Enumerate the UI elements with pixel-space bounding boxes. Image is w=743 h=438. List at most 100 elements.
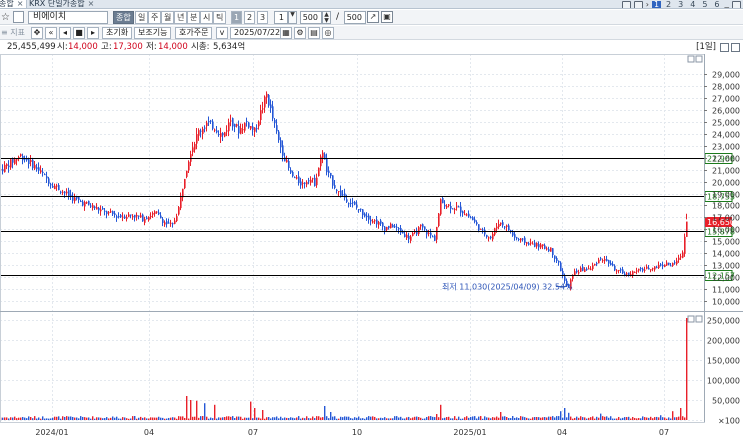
candle-body bbox=[296, 177, 298, 179]
page-6-button[interactable]: 6 bbox=[712, 0, 721, 8]
volume-bar bbox=[340, 416, 342, 420]
period-minute-button[interactable]: 분 bbox=[187, 11, 201, 24]
step-forward-icon[interactable]: ▸ bbox=[87, 27, 99, 39]
volume-bar bbox=[212, 418, 214, 420]
period-hour-button[interactable]: 시 bbox=[200, 11, 214, 24]
volume-bar bbox=[556, 416, 558, 420]
layout-icon[interactable] bbox=[621, 0, 631, 8]
print-icon[interactable]: ▤ bbox=[308, 27, 320, 39]
candle-body bbox=[614, 265, 616, 271]
volume-bar bbox=[674, 417, 676, 420]
candle-body bbox=[428, 232, 430, 234]
tab-main-close-icon[interactable]: × bbox=[17, 0, 24, 8]
volume-bar bbox=[316, 416, 318, 420]
tab-krx[interactable]: KRX 단일가종합 × bbox=[26, 0, 97, 8]
volume-bar bbox=[534, 417, 536, 420]
candle-body bbox=[6, 164, 8, 166]
candle-body bbox=[156, 211, 158, 213]
tab-main[interactable]: 종합 × bbox=[0, 0, 28, 8]
page-1-button[interactable]: 1 bbox=[651, 0, 662, 8]
minimize-icon[interactable]: _ bbox=[725, 0, 730, 8]
candle-body bbox=[336, 189, 338, 191]
volume-bar bbox=[348, 416, 350, 420]
candle-body bbox=[198, 130, 200, 136]
date-dropdown-icon[interactable]: v bbox=[216, 27, 228, 39]
volume-bar bbox=[304, 418, 306, 420]
candle-body bbox=[356, 204, 358, 208]
date-field[interactable]: 2025/07/22 bbox=[230, 27, 285, 39]
stock-search-icon[interactable] bbox=[13, 11, 24, 23]
period-num-2-button[interactable]: 2 bbox=[244, 11, 255, 24]
panel-minimize-icon[interactable] bbox=[720, 43, 729, 52]
panel-maximize-icon[interactable] bbox=[731, 43, 740, 52]
reset-button[interactable]: 초기화 bbox=[102, 27, 133, 39]
price-tick-label: 22,000 bbox=[712, 155, 740, 164]
candle-body bbox=[678, 257, 680, 260]
candle-body bbox=[160, 215, 162, 219]
volume-bar bbox=[254, 408, 256, 420]
volume-bar bbox=[18, 417, 20, 420]
volume-bar bbox=[132, 416, 134, 420]
save-icon[interactable]: ▣ bbox=[381, 11, 393, 23]
page-3-button[interactable]: 3 bbox=[676, 0, 685, 8]
candle-body bbox=[98, 207, 100, 211]
move-cross-icon[interactable]: ✥ bbox=[31, 27, 43, 39]
candle-body bbox=[162, 218, 164, 223]
page-5-button[interactable]: 5 bbox=[700, 0, 709, 8]
volume-bar bbox=[350, 418, 352, 420]
price-chart[interactable]: 21,96618,75315,87812,15716,650최저 11,030(… bbox=[0, 54, 743, 438]
volume-bar bbox=[358, 416, 360, 420]
restore-icon[interactable] bbox=[732, 0, 741, 8]
volume-bar bbox=[50, 418, 52, 420]
candle-body bbox=[118, 216, 120, 218]
step-back-icon[interactable]: ◂ bbox=[59, 27, 71, 39]
volume-bar bbox=[144, 417, 146, 420]
volume-tick-label: 150,000 bbox=[707, 357, 740, 366]
count-stepper[interactable]: ▲ ▼ bbox=[322, 11, 331, 24]
period-week-button[interactable]: 주 bbox=[148, 11, 162, 24]
candle-body bbox=[138, 215, 140, 217]
volume-bar bbox=[598, 417, 600, 420]
period-tick-button[interactable]: 틱 bbox=[213, 11, 227, 24]
expand-icon[interactable]: ↗ bbox=[367, 11, 379, 23]
period-num-1-button[interactable]: 1 bbox=[231, 11, 242, 24]
volume-bar bbox=[300, 418, 302, 420]
volume-bar bbox=[520, 416, 522, 420]
volume-bar bbox=[636, 418, 638, 420]
aux-function-button[interactable]: 보조기능 bbox=[134, 27, 172, 39]
candle-body bbox=[134, 214, 136, 218]
stock-name-field[interactable]: 비에이치 bbox=[28, 11, 108, 24]
unit-value-field[interactable]: 1 bbox=[274, 11, 288, 24]
tab-krx-close-icon[interactable]: × bbox=[88, 0, 95, 8]
gear-icon[interactable]: ⚙ bbox=[294, 27, 306, 39]
chart-settings-icon[interactable]: ◎ bbox=[322, 27, 334, 39]
candle-body bbox=[260, 110, 262, 121]
unit-dropdown-icon[interactable]: ▼ bbox=[288, 11, 297, 24]
page-4-button[interactable]: 4 bbox=[688, 0, 697, 8]
period-num-3-button[interactable]: 3 bbox=[257, 11, 268, 24]
volume-bar bbox=[382, 418, 384, 420]
low-label: 저: bbox=[146, 42, 157, 52]
period-summary-button[interactable]: 종합 bbox=[113, 11, 134, 24]
count-field[interactable]: 500 bbox=[300, 11, 322, 24]
quote-order-button[interactable]: 호가주문 bbox=[175, 27, 213, 39]
candle-body bbox=[530, 242, 532, 244]
volume-bar bbox=[676, 417, 678, 420]
candle-body bbox=[674, 262, 676, 264]
period-month-button[interactable]: 월 bbox=[161, 11, 175, 24]
page-2-button[interactable]: 2 bbox=[664, 0, 673, 8]
volume-bar bbox=[604, 416, 606, 420]
rewind-icon[interactable]: « bbox=[45, 27, 57, 39]
favorite-star-icon[interactable]: ☆ bbox=[1, 11, 10, 24]
candle-body bbox=[144, 219, 146, 223]
period-year-button[interactable]: 년 bbox=[174, 11, 188, 24]
calendar-icon[interactable]: ▦ bbox=[280, 27, 292, 39]
volume-bar bbox=[490, 418, 492, 420]
period-day-button[interactable]: 일 bbox=[135, 11, 149, 24]
volume-tick-label: 50,000 bbox=[712, 397, 740, 406]
candle-body bbox=[220, 133, 222, 137]
indicator-label[interactable]: ≡ 지표 bbox=[1, 27, 25, 39]
stop-icon[interactable]: ■ bbox=[73, 27, 85, 39]
settings-icon[interactable] bbox=[633, 0, 643, 8]
chevron-right-icon[interactable]: › bbox=[646, 0, 649, 8]
